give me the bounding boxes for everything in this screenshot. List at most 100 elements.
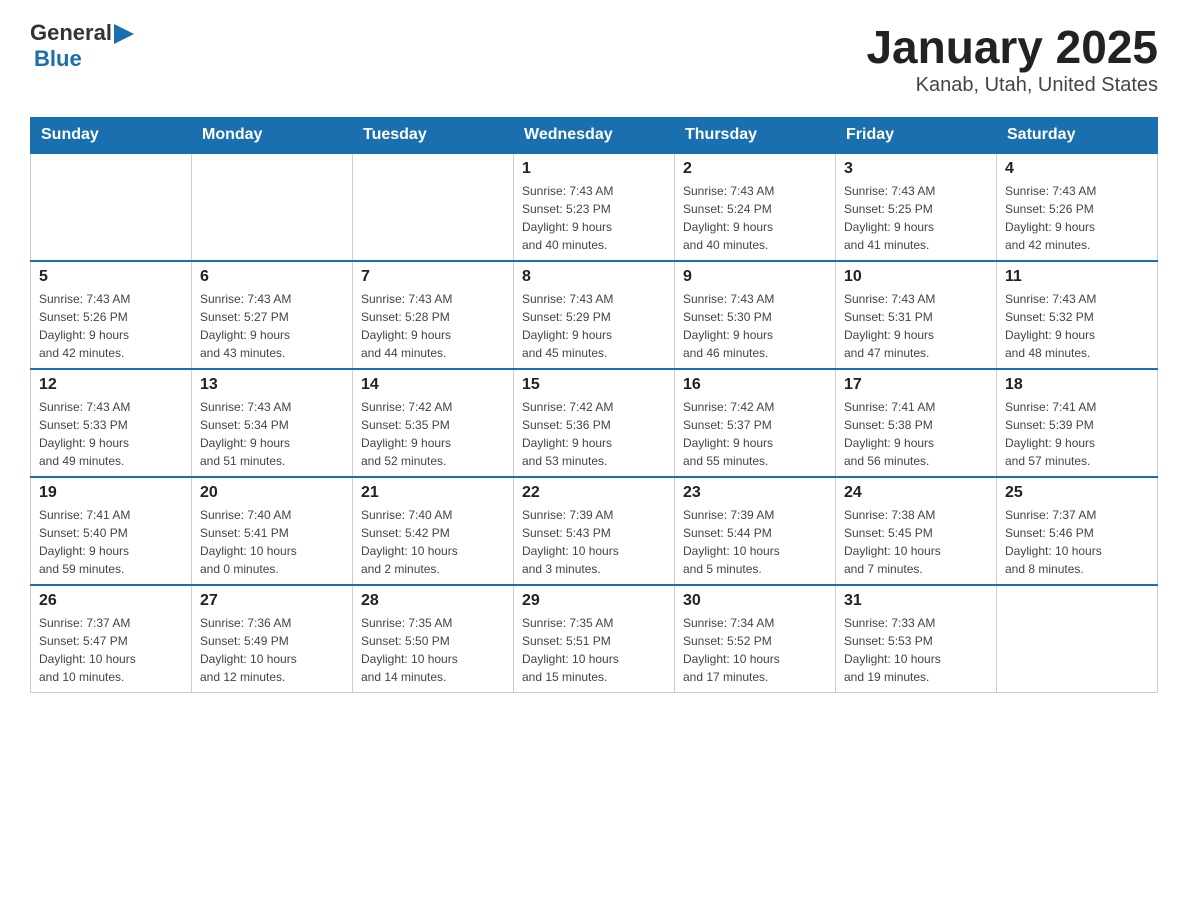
day-number: 31 [844,592,988,610]
day-number: 12 [39,376,183,394]
day-number: 22 [522,484,666,502]
day-number: 5 [39,268,183,286]
day-info: Sunrise: 7:34 AM Sunset: 5:52 PM Dayligh… [683,614,827,686]
calendar-cell: 8 Sunrise: 7:43 AM Sunset: 5:29 PM Daylig… [514,261,675,369]
day-info: Sunrise: 7:41 AM Sunset: 5:39 PM Dayligh… [1005,398,1149,470]
calendar-cell: 23 Sunrise: 7:39 AM Sunset: 5:44 PM Dayli… [675,477,836,585]
calendar-cell: 14Sunrise: 7:42 AM Sunset: 5:35 PM Dayli… [353,369,514,477]
calendar-cell: 11Sunrise: 7:43 AM Sunset: 5:32 PM Dayli… [997,261,1158,369]
calendar-cell: 25Sunrise: 7:37 AM Sunset: 5:46 PM Dayli… [997,477,1158,585]
calendar-day-header: Saturday [997,118,1158,154]
day-info: Sunrise: 7:38 AM Sunset: 5:45 PM Dayligh… [844,506,988,578]
calendar-cell: 29 Sunrise: 7:35 AM Sunset: 5:51 PM Dayli… [514,585,675,693]
calendar-cell: 9 Sunrise: 7:43 AM Sunset: 5:30 PM Daylig… [675,261,836,369]
page-title: January 2025 [866,20,1158,74]
day-info: Sunrise: 7:35 AM Sunset: 5:50 PM Dayligh… [361,614,505,686]
title-block: January 2025 Kanab, Utah, United States [866,20,1158,97]
day-info: Sunrise: 7:37 AM Sunset: 5:47 PM Dayligh… [39,614,183,686]
day-number: 29 [522,592,666,610]
day-info: Sunrise: 7:43 AM Sunset: 5:28 PM Dayligh… [361,290,505,362]
day-info: Sunrise: 7:43 AM Sunset: 5:31 PM Dayligh… [844,290,988,362]
day-info: Sunrise: 7:39 AM Sunset: 5:43 PM Dayligh… [522,506,666,578]
day-info: Sunrise: 7:43 AM Sunset: 5:29 PM Dayligh… [522,290,666,362]
day-number: 10 [844,268,988,286]
calendar-cell: 19Sunrise: 7:41 AM Sunset: 5:40 PM Dayli… [31,477,192,585]
day-info: Sunrise: 7:37 AM Sunset: 5:46 PM Dayligh… [1005,506,1149,578]
day-number: 4 [1005,160,1149,178]
day-info: Sunrise: 7:42 AM Sunset: 5:36 PM Dayligh… [522,398,666,470]
day-number: 20 [200,484,344,502]
calendar-cell: 18 Sunrise: 7:41 AM Sunset: 5:39 PM Dayli… [997,369,1158,477]
day-info: Sunrise: 7:36 AM Sunset: 5:49 PM Dayligh… [200,614,344,686]
calendar-cell [997,585,1158,693]
calendar-cell: 1Sunrise: 7:43 AM Sunset: 5:23 PM Daylig… [514,153,675,261]
day-info: Sunrise: 7:41 AM Sunset: 5:38 PM Dayligh… [844,398,988,470]
day-number: 28 [361,592,505,610]
day-info: Sunrise: 7:33 AM Sunset: 5:53 PM Dayligh… [844,614,988,686]
day-info: Sunrise: 7:43 AM Sunset: 5:27 PM Dayligh… [200,290,344,362]
day-number: 16 [683,376,827,394]
calendar-cell: 16 Sunrise: 7:42 AM Sunset: 5:37 PM Dayli… [675,369,836,477]
calendar-cell: 10 Sunrise: 7:43 AM Sunset: 5:31 PM Dayli… [836,261,997,369]
day-info: Sunrise: 7:43 AM Sunset: 5:32 PM Dayligh… [1005,290,1149,362]
calendar-cell [353,153,514,261]
calendar-table: SundayMondayTuesdayWednesdayThursdayFrid… [30,117,1158,693]
day-number: 23 [683,484,827,502]
calendar-cell: 30Sunrise: 7:34 AM Sunset: 5:52 PM Dayli… [675,585,836,693]
calendar-cell: 7 Sunrise: 7:43 AM Sunset: 5:28 PM Daylig… [353,261,514,369]
calendar-cell: 13 Sunrise: 7:43 AM Sunset: 5:34 PM Dayli… [192,369,353,477]
day-number: 9 [683,268,827,286]
calendar-week-row: 1Sunrise: 7:43 AM Sunset: 5:23 PM Daylig… [31,153,1158,261]
calendar-day-header: Monday [192,118,353,154]
day-info: Sunrise: 7:42 AM Sunset: 5:35 PM Dayligh… [361,398,505,470]
day-info: Sunrise: 7:43 AM Sunset: 5:30 PM Dayligh… [683,290,827,362]
day-info: Sunrise: 7:39 AM Sunset: 5:44 PM Dayligh… [683,506,827,578]
day-info: Sunrise: 7:35 AM Sunset: 5:51 PM Dayligh… [522,614,666,686]
calendar-cell: 27 Sunrise: 7:36 AM Sunset: 5:49 PM Dayli… [192,585,353,693]
day-number: 7 [361,268,505,286]
day-info: Sunrise: 7:40 AM Sunset: 5:41 PM Dayligh… [200,506,344,578]
day-info: Sunrise: 7:43 AM Sunset: 5:25 PM Dayligh… [844,182,988,254]
day-number: 13 [200,376,344,394]
calendar-day-header: Sunday [31,118,192,154]
calendar-cell: 20 Sunrise: 7:40 AM Sunset: 5:41 PM Dayli… [192,477,353,585]
calendar-cell: 22 Sunrise: 7:39 AM Sunset: 5:43 PM Dayli… [514,477,675,585]
day-info: Sunrise: 7:43 AM Sunset: 5:26 PM Dayligh… [39,290,183,362]
calendar-header-row: SundayMondayTuesdayWednesdayThursdayFrid… [31,118,1158,154]
day-number: 17 [844,376,988,394]
calendar-week-row: 5 Sunrise: 7:43 AM Sunset: 5:26 PM Daylig… [31,261,1158,369]
calendar-cell [192,153,353,261]
calendar-cell: 5 Sunrise: 7:43 AM Sunset: 5:26 PM Daylig… [31,261,192,369]
calendar-cell: 12 Sunrise: 7:43 AM Sunset: 5:33 PM Dayli… [31,369,192,477]
day-info: Sunrise: 7:43 AM Sunset: 5:23 PM Dayligh… [522,182,666,254]
day-number: 27 [200,592,344,610]
day-number: 18 [1005,376,1149,394]
day-number: 15 [522,376,666,394]
day-info: Sunrise: 7:42 AM Sunset: 5:37 PM Dayligh… [683,398,827,470]
calendar-cell: 6Sunrise: 7:43 AM Sunset: 5:27 PM Daylig… [192,261,353,369]
day-number: 3 [844,160,988,178]
logo: General Blue [30,20,134,72]
logo-text-blue: Blue [34,46,82,72]
calendar-week-row: 12 Sunrise: 7:43 AM Sunset: 5:33 PM Dayli… [31,369,1158,477]
calendar-cell: 15 Sunrise: 7:42 AM Sunset: 5:36 PM Dayli… [514,369,675,477]
day-number: 8 [522,268,666,286]
day-info: Sunrise: 7:41 AM Sunset: 5:40 PM Dayligh… [39,506,183,578]
calendar-cell: 4 Sunrise: 7:43 AM Sunset: 5:26 PM Daylig… [997,153,1158,261]
day-info: Sunrise: 7:43 AM Sunset: 5:34 PM Dayligh… [200,398,344,470]
calendar-day-header: Friday [836,118,997,154]
calendar-week-row: 19Sunrise: 7:41 AM Sunset: 5:40 PM Dayli… [31,477,1158,585]
calendar-day-header: Tuesday [353,118,514,154]
calendar-cell: 26 Sunrise: 7:37 AM Sunset: 5:47 PM Dayli… [31,585,192,693]
day-info: Sunrise: 7:43 AM Sunset: 5:26 PM Dayligh… [1005,182,1149,254]
page-header: General Blue January 2025 Kanab, Utah, U… [30,20,1158,97]
day-number: 2 [683,160,827,178]
calendar-day-header: Thursday [675,118,836,154]
calendar-week-row: 26 Sunrise: 7:37 AM Sunset: 5:47 PM Dayli… [31,585,1158,693]
calendar-cell [31,153,192,261]
calendar-cell: 24Sunrise: 7:38 AM Sunset: 5:45 PM Dayli… [836,477,997,585]
calendar-cell: 2Sunrise: 7:43 AM Sunset: 5:24 PM Daylig… [675,153,836,261]
day-number: 26 [39,592,183,610]
day-info: Sunrise: 7:43 AM Sunset: 5:33 PM Dayligh… [39,398,183,470]
calendar-cell: 31 Sunrise: 7:33 AM Sunset: 5:53 PM Dayli… [836,585,997,693]
